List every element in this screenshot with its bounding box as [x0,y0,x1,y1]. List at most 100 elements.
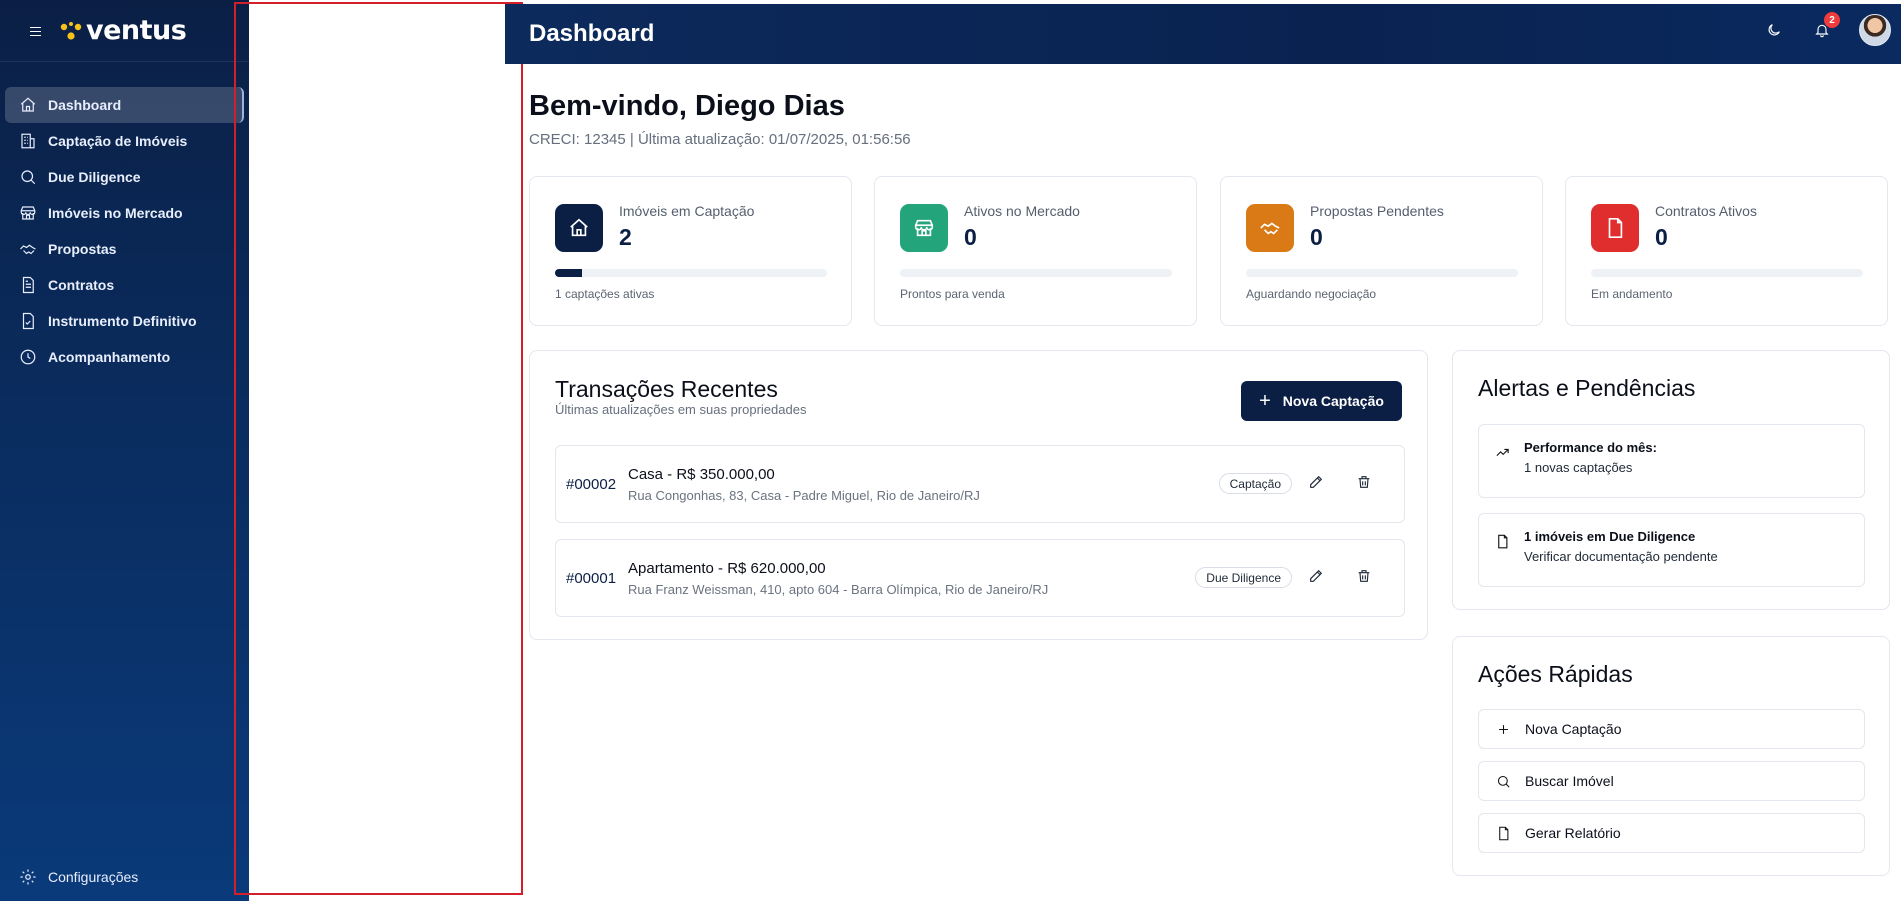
building-icon [18,131,38,151]
sidebar-item-imoveis-mercado[interactable]: Imóveis no Mercado [5,195,244,231]
alert-desc: Verificar documentação pendente [1524,549,1718,564]
welcome-title: Bem-vindo, Diego Dias [529,90,845,122]
stat-note: Prontos para venda [900,287,1005,301]
document-icon [1495,534,1511,550]
bell-icon[interactable]: 2 [1811,12,1840,41]
transaction-row[interactable]: #00001 Apartamento - R$ 620.000,00 Rua F… [555,539,1405,617]
moon-icon[interactable] [1763,19,1785,41]
recent-transactions-card: Transações Recentes Últimas atualizações… [529,350,1428,640]
sidebar: ventus Dashboard Captação de Imóveis Due… [0,0,249,901]
sidebar-item-label: Captação de Imóveis [48,133,188,149]
stat-value: 0 [1655,224,1668,250]
alert-item: 1 imóveis em Due Diligence Verificar doc… [1478,513,1865,587]
alerts-title: Alertas e Pendências [1478,375,1696,401]
sidebar-item-label: Configurações [48,869,139,885]
sidebar-item-captacao[interactable]: Captação de Imóveis [5,123,244,159]
plus-icon: + [1259,390,1271,412]
file-check-icon [18,311,38,331]
sidebar-item-label: Instrumento Definitivo [48,313,197,329]
alert-title: 1 imóveis em Due Diligence [1524,529,1696,544]
search-icon [18,167,38,187]
sidebar-item-instrumento[interactable]: Instrumento Definitivo [5,303,244,339]
handshake-icon [18,239,38,259]
gear-icon [18,867,38,887]
stat-progress [900,269,1172,277]
stat-card-contratos: Contratos Ativos 0 Em andamento [1565,176,1888,326]
transaction-id: #00001 [566,570,617,587]
header-actions: 2 [1763,12,1891,46]
clock-icon [18,347,38,367]
trash-icon[interactable] [1356,568,1374,586]
status-badge: Due Diligence [1195,567,1292,588]
transaction-row[interactable]: #00002 Casa - R$ 350.000,00 Rua Congonha… [555,445,1405,523]
home-icon [555,204,603,252]
transactions-subtitle: Últimas atualizações em suas propriedade… [555,402,807,417]
quick-action-label: Gerar Relatório [1525,825,1621,841]
sidebar-item-due-diligence[interactable]: Due Diligence [5,159,244,195]
quick-actions-title: Ações Rápidas [1478,661,1633,687]
stat-progress [1591,269,1863,277]
stat-card-mercado: Ativos no Mercado 0 Prontos para venda [874,176,1197,326]
alert-item: Performance do mês: 1 novas captações [1478,424,1865,498]
document-icon [1591,204,1639,252]
store-icon [900,204,948,252]
quick-action-report-button[interactable]: Gerar Relatório [1478,813,1865,853]
transaction-id: #00002 [566,476,617,493]
sidebar-item-contratos[interactable]: Contratos [5,267,244,303]
menu-toggle-icon[interactable] [28,24,46,38]
new-captacao-button[interactable]: + Nova Captação [1241,381,1402,421]
stat-value: 0 [1310,224,1323,250]
handshake-icon [1246,204,1294,252]
sidebar-item-label: Due Diligence [48,169,141,185]
transaction-address: Rua Congonhas, 83, Casa - Padre Miguel, … [628,488,980,503]
plus-icon [1495,721,1511,737]
sidebar-item-label: Imóveis no Mercado [48,205,183,221]
sidebar-item-acompanhamento[interactable]: Acompanhamento [5,339,244,375]
transaction-name: Casa - R$ 350.000,00 [628,466,775,483]
quick-action-label: Buscar Imóvel [1525,773,1614,789]
sidebar-item-configuracoes[interactable]: Configurações [5,859,244,895]
stat-progress [555,269,827,277]
stat-value: 0 [964,224,977,250]
blank-panel [249,0,505,901]
stat-card-captacao: Imóveis em Captação 2 1 captações ativas [529,176,852,326]
transaction-address: Rua Franz Weissman, 410, apto 604 - Barr… [628,582,1049,597]
stat-note: 1 captações ativas [555,287,655,301]
logo[interactable]: ventus [60,15,187,46]
quick-actions-card: Ações Rápidas Nova Captação Buscar Imóve… [1452,636,1890,876]
stat-label: Contratos Ativos [1655,203,1757,219]
store-icon [18,203,38,223]
trash-icon[interactable] [1356,474,1374,492]
sidebar-item-propostas[interactable]: Propostas [5,231,244,267]
search-icon [1495,773,1511,789]
top-header: Dashboard 2 [505,4,1901,64]
stats-row: Imóveis em Captação 2 1 captações ativas… [529,176,1888,326]
page-title: Dashboard [529,20,655,47]
document-icon [1495,825,1511,841]
new-captacao-label: Nova Captação [1282,393,1384,409]
stat-label: Imóveis em Captação [619,203,755,219]
transaction-name: Apartamento - R$ 620.000,00 [628,560,826,577]
avatar[interactable] [1859,14,1891,46]
edit-icon[interactable] [1308,474,1326,492]
quick-action-label: Nova Captação [1525,721,1622,737]
edit-icon[interactable] [1308,568,1326,586]
sidebar-item-label: Dashboard [48,97,122,113]
stat-label: Propostas Pendentes [1310,203,1444,219]
alert-title: Performance do mês: [1524,440,1657,455]
notification-badge: 2 [1824,12,1840,28]
home-icon [18,95,38,115]
sidebar-footer: Configurações [5,859,244,895]
stat-value: 2 [619,224,632,250]
stat-note: Aguardando negociação [1246,287,1377,301]
stat-progress-fill [555,269,583,277]
sidebar-item-dashboard[interactable]: Dashboard [5,87,244,123]
stat-label: Ativos no Mercado [964,203,1080,219]
stat-card-propostas: Propostas Pendentes 0 Aguardando negocia… [1220,176,1543,326]
alerts-card: Alertas e Pendências Performance do mês:… [1452,350,1890,610]
sidebar-item-label: Contratos [48,277,115,293]
sidebar-nav: Dashboard Captação de Imóveis Due Dilige… [0,87,249,375]
quick-action-new-captacao-button[interactable]: Nova Captação [1478,709,1865,749]
quick-action-search-button[interactable]: Buscar Imóvel [1478,761,1865,801]
alert-desc: 1 novas captações [1524,460,1633,475]
